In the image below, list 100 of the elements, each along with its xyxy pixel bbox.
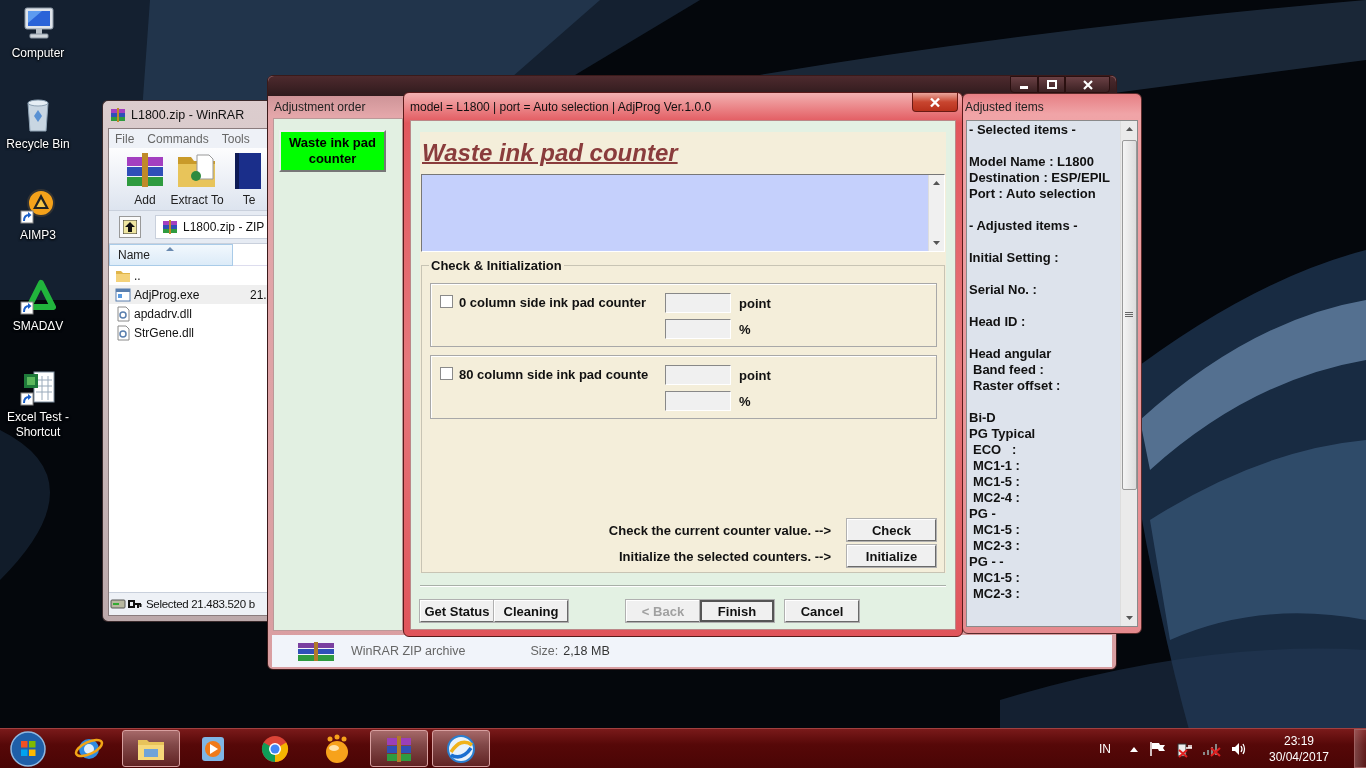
item-line: Head angular — [969, 346, 1053, 362]
item-line: Band feed : — [973, 362, 1045, 378]
item-line: PG - - — [969, 554, 1005, 570]
scrollbar[interactable] — [1120, 121, 1137, 626]
show-desktop-button[interactable] — [1354, 729, 1366, 768]
close-icon — [929, 96, 941, 108]
spreadsheet-icon[interactable] — [20, 370, 56, 406]
books-icon — [162, 219, 178, 235]
dialog-button[interactable]: Cancel — [785, 600, 859, 622]
input-field[interactable] — [665, 365, 731, 385]
page-heading: Waste ink pad counter — [422, 139, 678, 167]
input-field[interactable] — [665, 319, 731, 339]
file-name: AdjProg.exe — [134, 287, 201, 302]
key-icon — [128, 598, 142, 610]
books-icon — [296, 640, 336, 662]
taskbar-button[interactable] — [122, 730, 180, 767]
icon-label[interactable]: SMADΔV — [2, 319, 74, 334]
checkbox[interactable] — [440, 295, 453, 308]
item-line: MC1-5 : — [973, 522, 1021, 538]
size-label: Size: — [530, 644, 559, 658]
item-line: Model Name : L1800 — [969, 154, 1095, 170]
start-orb-icon — [9, 729, 47, 768]
item-line: MC2-4 : — [973, 490, 1021, 506]
scrollbar[interactable] — [928, 175, 944, 251]
file-size: 21. — [250, 287, 267, 302]
maximize-button[interactable] — [1038, 76, 1065, 93]
file-type: WinRAR ZIP archive — [351, 644, 466, 658]
action-button[interactable]: Check — [847, 519, 936, 541]
input-field[interactable] — [665, 391, 731, 411]
item-line: Head ID : — [969, 314, 1027, 330]
wheel-icon — [260, 733, 290, 764]
file-name: .. — [134, 268, 142, 283]
path-field[interactable]: L1800.zip - ZIP — [155, 215, 267, 239]
column-header[interactable]: Name — [109, 244, 233, 266]
file-row[interactable]: AdjProg.exe 21. — [109, 285, 267, 304]
toolbar-label[interactable]: Add — [134, 193, 156, 207]
dialog-button[interactable]: Get Status — [420, 600, 494, 622]
item-line: Initial Setting : — [969, 250, 1060, 266]
clock-date[interactable]: 30/04/2017 — [1268, 748, 1330, 765]
triangle-icon[interactable] — [20, 279, 56, 315]
item-line: MC2-3 : — [973, 538, 1021, 554]
minimize-button[interactable] — [1010, 76, 1038, 93]
panel-title: Adjustment order — [273, 99, 367, 116]
window-icon — [115, 286, 131, 303]
item-line: Bi-D — [969, 410, 997, 426]
item-line: - Adjusted items - — [969, 218, 1079, 234]
close-button[interactable] — [912, 93, 958, 112]
menu-item[interactable]: Tools — [221, 131, 250, 146]
dialog-button[interactable]: Finish — [700, 600, 774, 622]
file-name: apdadrv.dll — [134, 306, 193, 321]
status-text: Selected 21.483.520 b — [146, 598, 255, 610]
input-field[interactable] — [665, 293, 731, 313]
unit-label: point — [739, 367, 772, 383]
size-value: 2,18 MB — [563, 644, 610, 658]
checkbox[interactable] — [440, 367, 453, 380]
toolbar-label[interactable]: Extract To — [170, 193, 224, 207]
up-button[interactable] — [119, 216, 141, 238]
file-name: StrGene.dll — [134, 325, 196, 340]
dialog-button[interactable]: Cleaning — [494, 600, 568, 622]
item-line: PG - — [969, 506, 997, 522]
checkbox-label[interactable]: 0 column side ink pad counter — [459, 295, 659, 310]
swirl-icon — [446, 733, 476, 764]
checkbox-label[interactable]: 80 column side ink pad counte — [459, 367, 659, 382]
icon-label[interactable]: Excel Test - Shortcut — [2, 410, 74, 440]
window-title: model = L1800 | port = Auto selection | AdjProg Ver.1.0.0 — [410, 100, 712, 114]
item-line: MC1-1 : — [973, 458, 1021, 474]
unit-label: point — [739, 295, 772, 311]
file-icon — [115, 324, 131, 341]
file-row[interactable]: .. — [109, 266, 267, 285]
menu-item[interactable]: Commands — [147, 131, 209, 146]
menu-item[interactable]: File — [115, 131, 135, 146]
item-line: Port : Auto selection — [969, 186, 1097, 202]
unit-label: % — [739, 321, 752, 337]
file-row[interactable]: apdadrv.dll — [109, 304, 267, 323]
circle-triangle-icon[interactable] — [20, 188, 56, 224]
grip-icon — [1125, 312, 1133, 318]
file-icon — [115, 305, 131, 322]
order-item[interactable]: Waste ink pad counter — [279, 130, 386, 172]
taskbar-button[interactable] — [432, 730, 490, 767]
icon-label[interactable]: Recycle Bin — [2, 137, 74, 152]
language-indicator[interactable]: IN — [1099, 741, 1111, 756]
maximize-icon — [1046, 80, 1057, 89]
item-line: MC2-3 : — [973, 586, 1021, 602]
clock-time[interactable]: 23:19 — [1284, 732, 1314, 749]
icon-label[interactable]: Computer — [2, 46, 74, 61]
close-icon — [1082, 79, 1093, 90]
close-button[interactable] — [1065, 76, 1110, 93]
books-icon — [384, 733, 414, 764]
up-arrow-icon — [123, 220, 137, 234]
toolbar-label[interactable]: Te — [242, 193, 256, 207]
action-button[interactable]: Initialize — [847, 545, 936, 567]
unit-label: % — [739, 393, 752, 409]
icon-label[interactable]: AIMP3 — [2, 228, 74, 243]
window-title: L1800.zip - WinRAR — [131, 107, 245, 122]
file-row[interactable]: StrGene.dll — [109, 323, 267, 342]
group-title: Check & Initialization — [430, 258, 563, 273]
item-line: - Selected items - — [969, 122, 1077, 138]
flag-icon[interactable] — [1148, 740, 1166, 757]
item-line: Raster offset : — [973, 378, 1062, 394]
item-line: Serial No. : — [969, 282, 1038, 298]
